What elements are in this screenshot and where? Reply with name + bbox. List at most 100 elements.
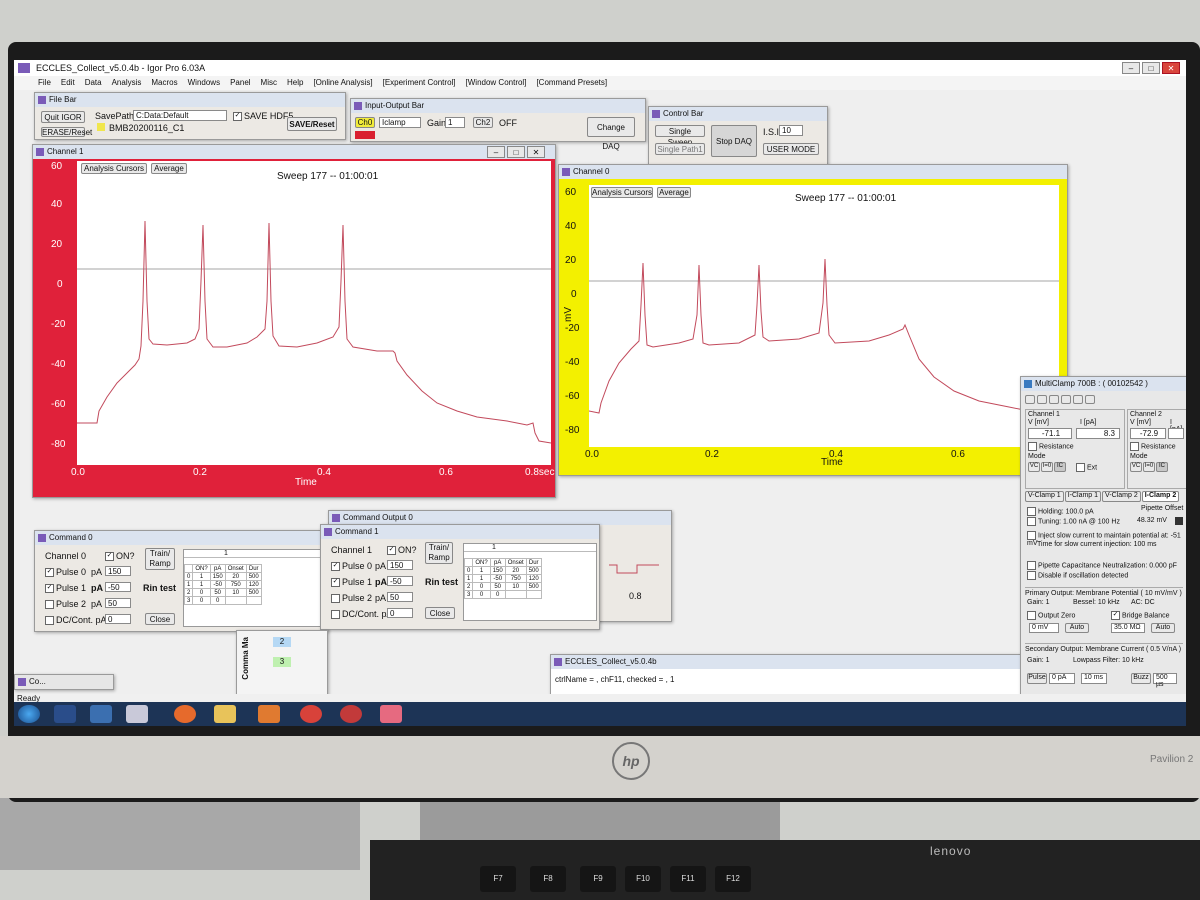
table-cell[interactable]: 3 bbox=[463, 590, 474, 599]
mc-ch2-i0-button[interactable]: I=0 bbox=[1143, 462, 1155, 472]
table-cell[interactable]: 2 bbox=[463, 582, 474, 591]
table-cell[interactable]: 1 bbox=[463, 574, 474, 583]
single-sweep-button[interactable]: Single Sweep bbox=[655, 125, 705, 147]
mc-ch2-resistance-checkbox[interactable]: Resistance bbox=[1130, 442, 1176, 451]
command1-pulse0-checkbox[interactable]: ✓ Pulse 0 bbox=[331, 561, 372, 572]
menu-experiment-control[interactable]: [Experiment Control] bbox=[383, 76, 456, 90]
menu-help[interactable]: Help bbox=[287, 76, 303, 90]
tab-iclamp-2[interactable]: I-Clamp 2 bbox=[1141, 491, 1180, 502]
key-f9[interactable]: F9 bbox=[580, 866, 616, 892]
mc-output-zero-value[interactable]: 0 mV bbox=[1029, 623, 1059, 633]
command0-pulse0-input[interactable]: 150 bbox=[105, 566, 131, 576]
change-daq-button[interactable]: Change DAQ bbox=[587, 117, 635, 151]
user-mode-button[interactable]: USER MODE bbox=[763, 143, 819, 155]
menu-data[interactable]: Data bbox=[85, 76, 102, 90]
table-row[interactable]: 300 bbox=[463, 590, 542, 599]
table-cell[interactable]: 500 bbox=[525, 566, 542, 575]
minimize-icon[interactable]: – bbox=[487, 146, 505, 158]
mc-holding-checkbox[interactable]: Holding: 100.0 pA bbox=[1027, 507, 1094, 516]
refresh-icon[interactable] bbox=[1061, 395, 1071, 404]
table-cell[interactable]: -50 bbox=[489, 574, 506, 583]
command1-on-checkbox[interactable]: ✓ ON? bbox=[387, 545, 417, 556]
table-cell[interactable]: 0 bbox=[209, 596, 226, 605]
command1-pulse1-input[interactable]: -50 bbox=[387, 576, 413, 586]
tab-iclamp-1[interactable]: I-Clamp 1 bbox=[1064, 491, 1102, 502]
mc-bridge-checkbox[interactable]: ✓ Bridge Balance bbox=[1111, 611, 1169, 620]
savepath-field[interactable]: C:Data:Default bbox=[133, 110, 227, 121]
table-cell[interactable]: 50 bbox=[489, 582, 506, 591]
mc-pulse-value[interactable]: 0 pA bbox=[1049, 673, 1075, 684]
mode-select[interactable]: Iclamp bbox=[379, 117, 421, 128]
menu-windows[interactable]: Windows bbox=[188, 76, 220, 90]
erase-reset-button[interactable]: ERASE/Reset bbox=[41, 127, 92, 137]
close-icon[interactable]: ✕ bbox=[1162, 62, 1180, 74]
folder-icon[interactable] bbox=[214, 705, 236, 723]
table-row[interactable]: 1 1 -50 750 120 bbox=[463, 574, 542, 583]
command0-pulse2-checkbox[interactable]: Pulse 2 bbox=[45, 599, 86, 610]
mc-ch2-ic-button[interactable]: IC bbox=[1156, 462, 1168, 472]
mc-tuning-checkbox[interactable]: Tuning: 1.00 nA @ 100 Hz bbox=[1027, 517, 1120, 526]
mc-ch2-vc-button[interactable]: VC bbox=[1130, 462, 1142, 472]
mc-ch1-ext-checkbox[interactable]: Ext bbox=[1076, 463, 1097, 472]
table-cell[interactable]: 1 bbox=[183, 580, 194, 589]
table-cell[interactable]: 150 bbox=[489, 566, 506, 575]
table-cell[interactable]: 1 bbox=[472, 566, 491, 575]
table-cell[interactable]: 10 bbox=[504, 582, 527, 591]
start-icon[interactable] bbox=[18, 705, 40, 723]
app2-icon[interactable] bbox=[90, 705, 112, 723]
command0-dc-input[interactable]: 0 bbox=[105, 614, 131, 624]
table-cell[interactable]: 1 bbox=[192, 572, 211, 581]
table-row[interactable]: 0 1 150 20 500 bbox=[183, 572, 262, 581]
table-cell[interactable]: 500 bbox=[525, 582, 542, 591]
ch0-button[interactable]: Ch0 bbox=[355, 117, 375, 128]
command1-pulse2-input[interactable]: 50 bbox=[387, 592, 413, 602]
table-cell[interactable] bbox=[245, 596, 262, 605]
command1-dc-input[interactable]: 0 bbox=[387, 608, 413, 618]
command0-close-button[interactable]: Close bbox=[145, 613, 175, 625]
single-path-button[interactable]: Single Path1 bbox=[655, 143, 705, 155]
command0-train-ramp-button[interactable]: Train/ Ramp bbox=[145, 548, 175, 570]
save-reset-button[interactable]: SAVE/Reset bbox=[287, 117, 337, 131]
table-row[interactable]: 300 bbox=[183, 596, 262, 605]
chrome-icon[interactable] bbox=[300, 705, 322, 723]
app3-icon[interactable] bbox=[380, 705, 402, 723]
mc-ch1-vc-button[interactable]: VC bbox=[1028, 462, 1040, 472]
mc-ch1-i0-button[interactable]: I=0 bbox=[1041, 462, 1053, 472]
table-cell[interactable]: 0 bbox=[472, 582, 491, 591]
command1-train-ramp-button[interactable]: Train/ Ramp bbox=[425, 542, 453, 564]
menu-window-control[interactable]: [Window Control] bbox=[466, 76, 527, 90]
table-cell[interactable]: 3 bbox=[183, 596, 194, 605]
mc-buzz-value[interactable]: 500 µs bbox=[1153, 673, 1177, 688]
matlab-icon[interactable] bbox=[258, 705, 280, 723]
menu-misc[interactable]: Misc bbox=[261, 76, 277, 90]
table-cell[interactable]: 120 bbox=[525, 574, 542, 583]
table-cell[interactable]: 0 bbox=[192, 588, 211, 597]
mc-pulse-duration[interactable]: 10 ms bbox=[1081, 673, 1107, 684]
settings-icon[interactable] bbox=[1073, 395, 1083, 404]
menu-macros[interactable]: Macros bbox=[151, 76, 177, 90]
command0-pulse1-checkbox[interactable]: ✓ Pulse 1 bbox=[45, 583, 86, 594]
menu-edit[interactable]: Edit bbox=[61, 76, 75, 90]
chrome-profile-icon[interactable] bbox=[340, 705, 362, 723]
isi-input[interactable]: 10 bbox=[779, 125, 803, 136]
ch1-button-red[interactable] bbox=[355, 131, 375, 139]
table-cell[interactable]: 10 bbox=[224, 588, 247, 597]
lock-icon[interactable] bbox=[1175, 517, 1183, 525]
mc-zero-auto-button[interactable]: Auto bbox=[1065, 623, 1089, 633]
mc-disable-osc-checkbox[interactable]: Disable if oscillation detected bbox=[1027, 571, 1128, 580]
table-cell[interactable]: 20 bbox=[224, 572, 247, 581]
mc-pulse-button[interactable]: Pulse bbox=[1027, 673, 1047, 684]
command1-pulse2-checkbox[interactable]: Pulse 2 bbox=[331, 593, 372, 604]
minimize-icon[interactable]: – bbox=[1122, 62, 1140, 74]
command0-pulse0-checkbox[interactable]: ✓ Pulse 0 bbox=[45, 567, 86, 578]
key-f10[interactable]: F10 bbox=[625, 866, 661, 892]
minimized-window[interactable]: Co... bbox=[14, 674, 114, 690]
arrow-icon[interactable] bbox=[1085, 395, 1095, 404]
stop-daq-button[interactable]: Stop DAQ bbox=[711, 125, 757, 157]
table-cell[interactable]: 120 bbox=[245, 580, 262, 589]
mc-pipette-cap-checkbox[interactable]: Pipette Capacitance Neutralization: 0.00… bbox=[1027, 561, 1177, 570]
save-icon[interactable] bbox=[1049, 395, 1059, 404]
table-row[interactable]: 1 1 -50 750 120 bbox=[183, 580, 262, 589]
table-cell[interactable]: 0 bbox=[192, 596, 211, 605]
key-f11[interactable]: F11 bbox=[670, 866, 706, 892]
